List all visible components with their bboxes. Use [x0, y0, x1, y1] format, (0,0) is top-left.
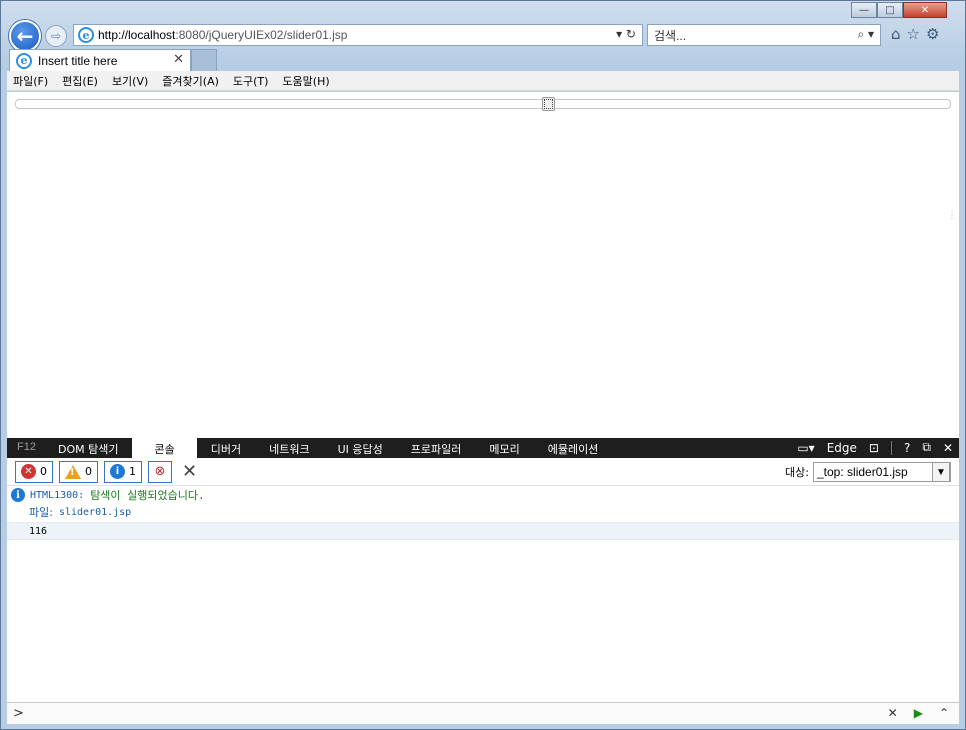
- message-code: HTML1300:: [30, 489, 85, 501]
- target-value: _top: slider01.jsp: [817, 465, 908, 479]
- menu-favorites[interactable]: 즐겨찾기(A): [162, 73, 219, 89]
- run-icon[interactable]: ▶: [914, 706, 923, 720]
- console-toolbar: ✕ 0 ! 0 i 1 ⊗ ✕ 대상: _top: slider01.jsp ▼: [7, 458, 959, 486]
- errors-count: 0: [40, 465, 47, 478]
- clear-on-navigate-button[interactable]: ⊗: [148, 460, 172, 483]
- document-mode-label[interactable]: Edge: [827, 441, 857, 455]
- search-box[interactable]: 검색... ⌕ ▾: [647, 24, 881, 46]
- navigation-bar: ← ⇨ e http://localhost:8080/jQueryUIEx02…: [7, 19, 961, 52]
- log-value: 116: [29, 525, 48, 537]
- forward-button[interactable]: ⇨: [45, 25, 67, 47]
- tab-dom-explorer[interactable]: DOM 탐색기: [44, 438, 132, 458]
- divider: [890, 440, 892, 455]
- tab-ie-icon: e: [16, 52, 32, 69]
- tab-close-icon[interactable]: ✕: [173, 52, 184, 67]
- close-devtools-icon[interactable]: ✕: [943, 441, 953, 455]
- slider-track[interactable]: [15, 97, 951, 111]
- console-input[interactable]: > ✕ ▶ ⌃: [7, 702, 959, 724]
- prompt-icon: >: [13, 706, 24, 721]
- menu-edit[interactable]: 편집(E): [62, 73, 98, 89]
- console-input-tools: ✕ ▶ ⌃: [888, 706, 949, 720]
- tab-profiler[interactable]: 프로파일러: [397, 438, 476, 458]
- console-message: i HTML1300: 탐색이 실행되었습니다.: [7, 486, 959, 504]
- errors-filter-button[interactable]: ✕ 0: [15, 460, 53, 483]
- info-icon: i: [11, 488, 25, 502]
- undock-icon[interactable]: ⧉: [922, 440, 931, 455]
- tab-ui-responsiveness[interactable]: UI 응답성: [324, 438, 397, 458]
- message-file: 파일: slider01.jsp: [7, 504, 959, 520]
- page-content: ⋮: [7, 92, 959, 438]
- target-dropdown[interactable]: _top: slider01.jsp ▼: [813, 462, 951, 482]
- file-label: 파일:: [29, 506, 53, 519]
- tab-title: Insert title here: [38, 53, 118, 68]
- menu-view[interactable]: 보기(V): [112, 73, 148, 89]
- browser-toolbar-icons: ⌂ ☆ ⚙: [891, 25, 939, 43]
- menu-file[interactable]: 파일(F): [13, 73, 48, 89]
- tab-network[interactable]: 네트워크: [255, 438, 323, 458]
- devtools-tab-bar: F12 DOM 탐색기 콘솔 디버거 네트워크 UI 응답성 프로파일러 메모리…: [7, 438, 959, 458]
- url-path: :8080/jQueryUIEx02/slider01.jsp: [175, 28, 348, 42]
- help-icon[interactable]: ?: [904, 441, 910, 455]
- menu-tools[interactable]: 도구(T): [233, 73, 269, 89]
- error-icon: ✕: [21, 464, 36, 479]
- console-log-row: 116: [7, 522, 959, 540]
- home-icon[interactable]: ⌂: [891, 25, 901, 43]
- menu-help[interactable]: 도움말(H): [282, 73, 329, 89]
- menu-bar: 파일(F) 편집(E) 보기(V) 즐겨찾기(A) 도구(T) 도움말(H): [7, 71, 959, 91]
- address-url[interactable]: http://localhost:8080/jQueryUIEx02/slide…: [98, 28, 347, 42]
- warnings-count: 0: [85, 465, 92, 478]
- developer-tools-panel: F12 DOM 탐색기 콘솔 디버거 네트워크 UI 응답성 프로파일러 메모리…: [7, 438, 959, 724]
- browser-tab[interactable]: e Insert title here ✕: [9, 49, 191, 71]
- close-window-button[interactable]: ✕: [903, 2, 947, 18]
- address-dropdown-refresh-icons[interactable]: ▾ ↻: [616, 27, 636, 41]
- back-arrow-icon: ←: [16, 24, 34, 48]
- window-controls: — □ ✕: [851, 2, 947, 18]
- maximize-button[interactable]: □: [877, 2, 903, 18]
- target-label: 대상:: [785, 466, 809, 479]
- console-output: i HTML1300: 탐색이 실행되었습니다. 파일: slider01.js…: [7, 486, 959, 698]
- clear-on-navigate-icon: ⊗: [154, 464, 166, 479]
- clear-input-icon[interactable]: ✕: [888, 706, 898, 720]
- console-toggle-icon[interactable]: ⊡: [869, 441, 879, 455]
- tab-emulation[interactable]: 에뮬레이션: [534, 438, 613, 458]
- warnings-filter-button[interactable]: ! 0: [59, 460, 98, 483]
- new-tab-button[interactable]: [191, 49, 217, 71]
- slider-handle[interactable]: [542, 97, 556, 111]
- expand-input-icon[interactable]: ⌃: [939, 706, 949, 720]
- tab-console[interactable]: 콘솔: [132, 438, 197, 458]
- f12-label: F12: [17, 441, 36, 453]
- message-text: 탐색이 실행되었습니다.: [90, 489, 205, 502]
- ie-page-icon: e: [78, 27, 94, 43]
- devtools-right-controls: ▭▾ Edge ⊡ ? ⧉ ✕: [797, 440, 953, 455]
- target-selector: 대상: _top: slider01.jsp ▼: [785, 462, 951, 482]
- back-button[interactable]: ←: [9, 20, 41, 52]
- browser-window: — □ ✕ ← ⇨ e http://localhost:8080/jQuery…: [0, 0, 966, 730]
- info-icon: i: [110, 464, 125, 479]
- info-filter-button[interactable]: i 1: [104, 460, 142, 483]
- device-mode-icon[interactable]: ▭▾: [797, 441, 814, 455]
- url-host: http://localhost: [98, 28, 176, 42]
- gear-icon[interactable]: ⚙: [926, 25, 939, 43]
- minimize-button[interactable]: —: [851, 2, 877, 18]
- file-link[interactable]: slider01.jsp: [59, 507, 131, 518]
- warning-icon: !: [65, 464, 81, 479]
- forward-arrow-icon: ⇨: [50, 29, 62, 43]
- scroll-indicator-icon: ⋮: [947, 210, 957, 221]
- tab-debugger[interactable]: 디버거: [197, 438, 255, 458]
- tab-memory[interactable]: 메모리: [475, 438, 533, 458]
- info-count: 1: [129, 465, 136, 478]
- clear-console-icon[interactable]: ✕: [182, 461, 197, 482]
- favorites-star-icon[interactable]: ☆: [907, 25, 920, 43]
- address-bar[interactable]: e http://localhost:8080/jQueryUIEx02/sli…: [73, 24, 643, 46]
- search-input[interactable]: 검색...: [654, 27, 686, 44]
- search-icon[interactable]: ⌕ ▾: [857, 27, 874, 42]
- chevron-down-icon[interactable]: ▼: [932, 462, 950, 482]
